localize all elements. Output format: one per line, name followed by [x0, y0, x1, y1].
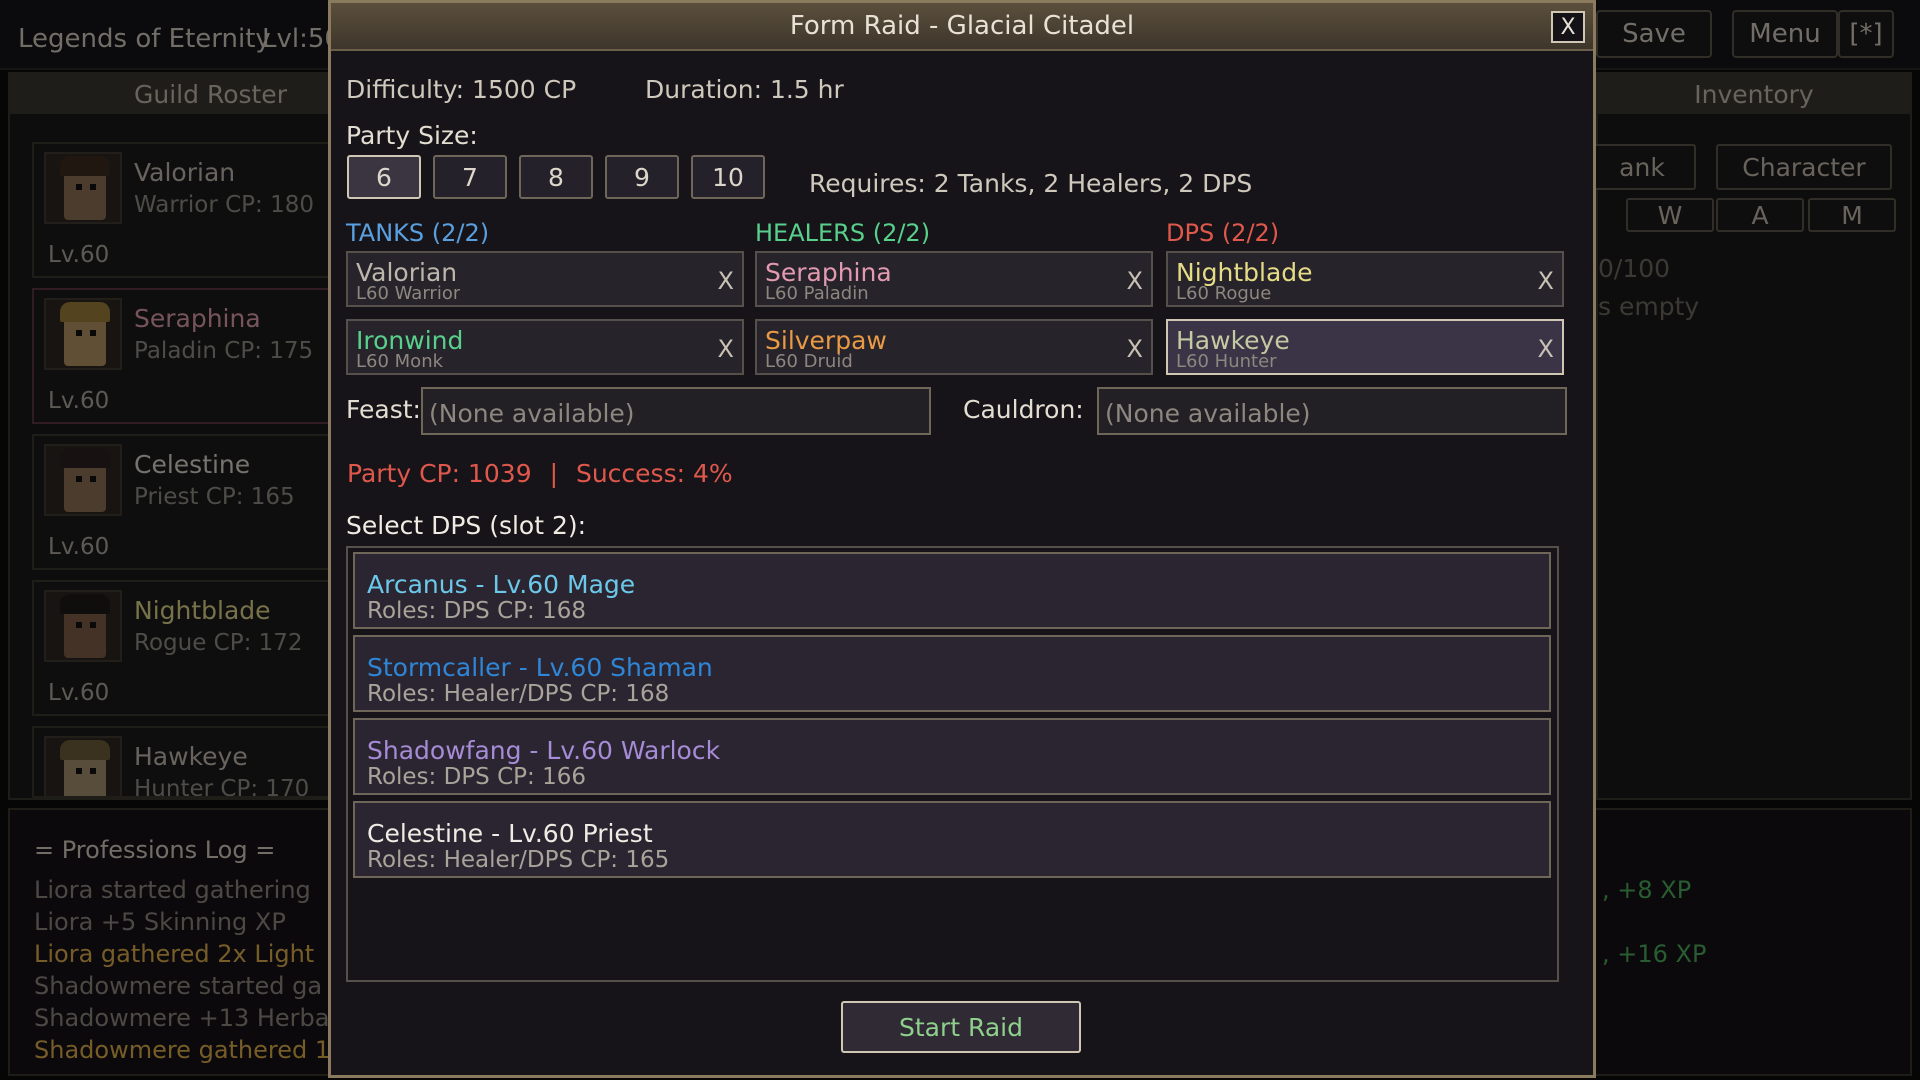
dps-slot-1[interactable]: Nightblade L60 Rogue X [1166, 251, 1564, 307]
status-separator: | [549, 459, 559, 488]
dps-slot-2[interactable]: Hawkeye L60 Hunter X [1166, 319, 1564, 375]
raid-duration: Duration: 1.5 hr [645, 75, 844, 104]
healer-slot-2[interactable]: Silverpaw L60 Druid X [755, 319, 1153, 375]
candidate-name: Arcanus - Lv.60 Mage [367, 570, 636, 599]
party-size-7-button[interactable]: 7 [433, 155, 507, 199]
cauldron-select[interactable]: (None available) [1097, 387, 1567, 435]
remove-icon[interactable]: X [1127, 267, 1143, 295]
party-status: Party CP: 1039 | Success: 4% [347, 459, 733, 488]
dps-header: DPS (2/2) [1166, 219, 1280, 247]
slot-member-class: L60 Paladin [765, 285, 869, 303]
candidate-shadowfang[interactable]: Shadowfang - Lv.60 Warlock Roles: DPS CP… [353, 718, 1551, 795]
party-size-10-button[interactable]: 10 [691, 155, 765, 199]
tanks-header: TANKS (2/2) [346, 219, 490, 247]
slot-member-class: L60 Monk [356, 353, 444, 371]
healer-slot-1[interactable]: Seraphina L60 Paladin X [755, 251, 1153, 307]
slot-member-name: Valorian [356, 258, 458, 287]
feast-select[interactable]: (None available) [421, 387, 931, 435]
candidate-roles: Roles: DPS CP: 166 [367, 764, 586, 790]
party-size-label: Party Size: [346, 121, 478, 150]
candidate-arcanus[interactable]: Arcanus - Lv.60 Mage Roles: DPS CP: 168 [353, 552, 1551, 629]
feast-label: Feast: [346, 395, 421, 424]
candidate-name: Celestine - Lv.60 Priest [367, 819, 653, 848]
slot-member-class: L60 Druid [765, 353, 853, 371]
candidate-stormcaller[interactable]: Stormcaller - Lv.60 Shaman Roles: Healer… [353, 635, 1551, 712]
slot-member-name: Hawkeye [1176, 326, 1290, 355]
candidate-roles: Roles: Healer/DPS CP: 165 [367, 847, 670, 873]
party-size-8-button[interactable]: 8 [519, 155, 593, 199]
tank-slot-1[interactable]: Valorian L60 Warrior X [346, 251, 744, 307]
form-raid-dialog: Form Raid - Glacial Citadel X Difficulty… [328, 0, 1596, 1078]
remove-icon[interactable]: X [1538, 335, 1554, 363]
party-size-6-button[interactable]: 6 [347, 155, 421, 199]
party-requirements: Requires: 2 Tanks, 2 Healers, 2 DPS [809, 169, 1253, 198]
party-size-9-button[interactable]: 9 [605, 155, 679, 199]
candidate-celestine[interactable]: Celestine - Lv.60 Priest Roles: Healer/D… [353, 801, 1551, 878]
candidate-roles: Roles: Healer/DPS CP: 168 [367, 681, 670, 707]
raid-difficulty: Difficulty: 1500 CP [346, 75, 577, 104]
close-button[interactable]: X [1551, 11, 1585, 43]
slot-member-name: Seraphina [765, 258, 892, 287]
healers-header: HEALERS (2/2) [755, 219, 931, 247]
select-slot-label: Select DPS (slot 2): [346, 511, 587, 540]
remove-icon[interactable]: X [1538, 267, 1554, 295]
slot-member-class: L60 Hunter [1176, 353, 1277, 371]
candidate-name: Stormcaller - Lv.60 Shaman [367, 653, 713, 682]
slot-member-name: Nightblade [1176, 258, 1313, 287]
slot-member-class: L60 Rogue [1176, 285, 1272, 303]
remove-icon[interactable]: X [718, 335, 734, 363]
dialog-title: Form Raid - Glacial Citadel [331, 3, 1593, 51]
party-cp: Party CP: 1039 [347, 459, 532, 488]
candidate-roles: Roles: DPS CP: 168 [367, 598, 586, 624]
remove-icon[interactable]: X [718, 267, 734, 295]
remove-icon[interactable]: X [1127, 335, 1143, 363]
cauldron-label: Cauldron: [963, 395, 1084, 424]
candidate-name: Shadowfang - Lv.60 Warlock [367, 736, 721, 765]
tank-slot-2[interactable]: Ironwind L60 Monk X [346, 319, 744, 375]
slot-member-name: Ironwind [356, 326, 464, 355]
slot-member-class: L60 Warrior [356, 285, 461, 303]
candidate-list[interactable]: Arcanus - Lv.60 Mage Roles: DPS CP: 168 … [346, 546, 1559, 982]
slot-member-name: Silverpaw [765, 326, 887, 355]
start-raid-button[interactable]: Start Raid [841, 1001, 1081, 1053]
success-chance: Success: 4% [575, 459, 733, 488]
